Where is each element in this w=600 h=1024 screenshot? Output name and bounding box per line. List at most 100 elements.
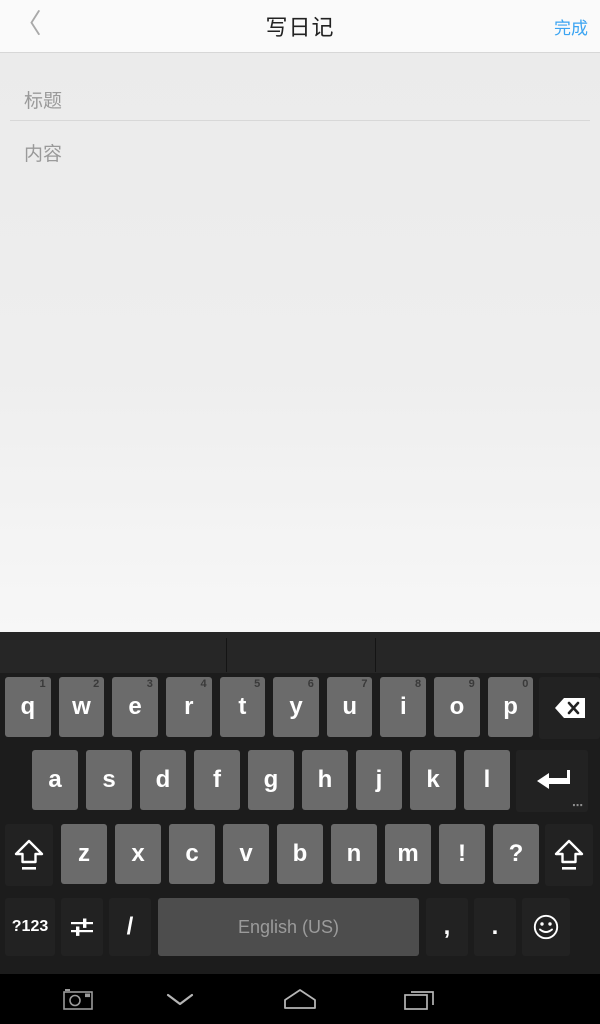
key-label: m <box>397 840 419 867</box>
key-j[interactable]: j <box>356 750 402 810</box>
shift-key-right[interactable] <box>545 824 593 886</box>
note-editor: 标题 内容 <box>0 53 600 632</box>
keyboard-row-3: z x c v b n m ! ? <box>0 824 600 890</box>
key-hint: 1 <box>39 678 46 690</box>
symbols-key[interactable]: ?123 <box>5 898 55 956</box>
key-label: ? <box>508 840 524 867</box>
key-hint: 7 <box>361 678 368 690</box>
key-q[interactable]: 1 q <box>5 677 51 737</box>
key-label: v <box>239 840 253 867</box>
content-input[interactable]: 内容 <box>0 131 600 173</box>
key-o[interactable]: 9 o <box>434 677 480 737</box>
key-label: o <box>449 693 465 720</box>
suggestion-divider <box>226 638 227 672</box>
key-b[interactable]: b <box>277 824 323 884</box>
key-t[interactable]: 5 t <box>219 677 266 737</box>
shift-icon <box>14 839 44 870</box>
shift-key-left[interactable] <box>5 824 53 886</box>
key-z[interactable]: z <box>61 824 107 884</box>
key-a[interactable]: a <box>32 750 78 810</box>
key-label: t <box>238 693 247 720</box>
recents-icon <box>404 991 434 1010</box>
key-r[interactable]: 4 r <box>165 677 212 737</box>
key-label: s <box>102 766 116 793</box>
backspace-key[interactable] <box>539 677 600 739</box>
key-label: g <box>263 766 279 793</box>
keyboard-settings-icon <box>71 918 93 936</box>
key-f[interactable]: f <box>194 750 240 810</box>
key-e[interactable]: 3 e <box>112 677 158 737</box>
keyboard-row-1: 1 q 2 w 3 e 4 r 5 t 6 y 7 u 8 i 9 o 0 p <box>0 677 600 743</box>
key-label: f <box>213 766 221 793</box>
field-divider <box>10 120 590 121</box>
key-label: . <box>491 913 499 940</box>
slash-key[interactable]: / <box>109 898 151 956</box>
key-label: u <box>342 693 357 720</box>
done-button[interactable]: 完成 <box>514 0 600 52</box>
key-label: q <box>20 693 36 720</box>
key-v[interactable]: v <box>223 824 269 884</box>
home-button[interactable] <box>255 974 345 1024</box>
hide-keyboard-button[interactable] <box>135 974 225 1024</box>
key-label: h <box>317 766 333 793</box>
key-label: x <box>131 840 145 867</box>
camera-icon <box>63 989 93 1010</box>
key-hint: 8 <box>415 678 422 690</box>
key-s[interactable]: s <box>86 750 132 810</box>
key-d[interactable]: d <box>140 750 186 810</box>
phone-screen: 〈 写日记 完成 标题 内容 1 q 2 w 3 e 4 r 5 t 6 y 7… <box>0 0 600 1024</box>
key-label: p <box>503 693 518 720</box>
suggestion-strip[interactable] <box>0 632 600 673</box>
keyboard-row-2: a s d f g h j k l ⋯ <box>0 750 600 816</box>
suggestion-divider <box>375 638 376 672</box>
key-hint: 2 <box>93 678 100 690</box>
key-hint: 6 <box>307 678 314 690</box>
emoji-smiley-icon <box>533 914 559 940</box>
enter-key[interactable]: ⋯ <box>516 750 588 812</box>
keyboard-settings-key[interactable] <box>61 898 103 956</box>
key-l[interactable]: l <box>464 750 510 810</box>
app-header: 〈 写日记 完成 <box>0 0 600 53</box>
space-key[interactable]: English (US) <box>158 898 419 956</box>
keyboard-row-4: ?123 / English (US) , . <box>0 898 600 960</box>
key-hint: 5 <box>254 678 261 690</box>
key-label: d <box>155 766 171 793</box>
recents-button[interactable] <box>375 974 465 1024</box>
key-k[interactable]: k <box>410 750 456 810</box>
key-c[interactable]: c <box>169 824 215 884</box>
key-u[interactable]: 7 u <box>326 677 373 737</box>
key-label: w <box>72 693 91 720</box>
key-hint: 0 <box>522 678 529 690</box>
key-x[interactable]: x <box>115 824 161 884</box>
key-label: n <box>346 840 362 867</box>
key-g[interactable]: g <box>248 750 294 810</box>
key-label: , <box>443 913 451 940</box>
key-h[interactable]: h <box>302 750 348 810</box>
comma-key[interactable]: , <box>426 898 468 956</box>
key-label: i <box>399 693 407 720</box>
screenshot-button[interactable] <box>33 974 123 1024</box>
key-p[interactable]: 0 p <box>487 677 534 737</box>
key-label: ! <box>458 840 466 867</box>
key-y[interactable]: 6 y <box>273 677 319 737</box>
key-label: k <box>426 766 440 793</box>
title-input[interactable]: 标题 <box>0 78 600 120</box>
key-label: b <box>292 840 308 867</box>
key-hint: 3 <box>146 678 153 690</box>
backspace-icon <box>554 698 585 718</box>
space-key-label: English (US) <box>237 916 340 937</box>
soft-keyboard: 1 q 2 w 3 e 4 r 5 t 6 y 7 u 8 i 9 o 0 p … <box>0 632 600 974</box>
key-n[interactable]: n <box>331 824 377 884</box>
enter-icon <box>537 770 570 789</box>
page-title: 写日记 <box>265 15 335 40</box>
period-key[interactable]: . <box>474 898 516 956</box>
key-label: y <box>289 693 303 720</box>
key-i[interactable]: 8 i <box>380 677 427 737</box>
key-label: e <box>128 693 142 720</box>
key-label: z <box>78 840 90 867</box>
key-question[interactable]: ? <box>493 824 539 884</box>
emoji-key[interactable] <box>522 898 570 956</box>
key-m[interactable]: m <box>385 824 431 884</box>
key-w[interactable]: 2 w <box>58 677 105 737</box>
key-exclamation[interactable]: ! <box>439 824 485 884</box>
